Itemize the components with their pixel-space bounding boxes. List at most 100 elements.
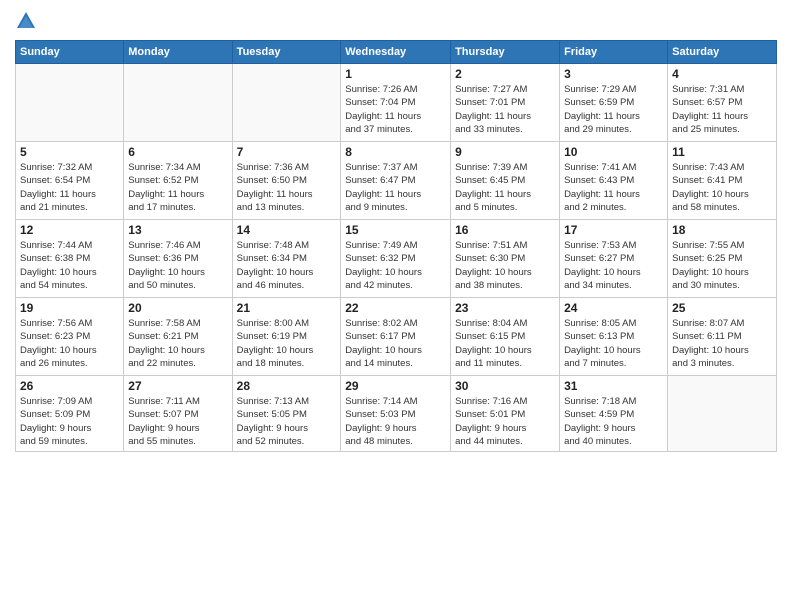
weekday-header-row: SundayMondayTuesdayWednesdayThursdayFrid…	[16, 41, 777, 64]
day-number: 21	[237, 301, 337, 315]
day-info: Sunrise: 7:31 AMSunset: 6:57 PMDaylight:…	[672, 83, 772, 136]
day-info: Sunrise: 8:04 AMSunset: 6:15 PMDaylight:…	[455, 317, 555, 370]
calendar-cell-2-1: 5 Sunrise: 7:32 AMSunset: 6:54 PMDaylight…	[16, 142, 124, 220]
calendar-cell-3-3: 14Sunrise: 7:48 AMSunset: 6:34 PMDayligh…	[232, 220, 341, 298]
day-number: 13	[128, 223, 227, 237]
calendar-cell-3-5: 16Sunrise: 7:51 AMSunset: 6:30 PMDayligh…	[451, 220, 560, 298]
calendar: SundayMondayTuesdayWednesdayThursdayFrid…	[15, 40, 777, 452]
page: SundayMondayTuesdayWednesdayThursdayFrid…	[0, 0, 792, 612]
day-info: Sunrise: 7:58 AMSunset: 6:21 PMDaylight:…	[128, 317, 227, 370]
day-info: Sunrise: 7:13 AMSunset: 5:05 PMDaylight:…	[237, 395, 337, 448]
day-info: Sunrise: 7:53 AMSunset: 6:27 PMDaylight:…	[564, 239, 663, 292]
day-number: 11	[672, 145, 772, 159]
day-info: Sunrise: 8:00 AMSunset: 6:19 PMDaylight:…	[237, 317, 337, 370]
week-row-4: 19 Sunrise: 7:56 AMSunset: 6:23 PMDayligh…	[16, 298, 777, 376]
header	[15, 10, 777, 32]
day-info: Sunrise: 7:41 AMSunset: 6:43 PMDaylight:…	[564, 161, 663, 214]
calendar-cell-5-2: 27 Sunrise: 7:11 AMSunset: 5:07 PMDayligh…	[124, 376, 232, 452]
day-info: Sunrise: 7:27 AMSunset: 7:01 PMDaylight:…	[455, 83, 555, 136]
logo	[15, 10, 41, 32]
calendar-cell-2-7: 11 Sunrise: 7:43 AMSunset: 6:41 PMDayligh…	[668, 142, 777, 220]
day-info: Sunrise: 7:44 AMSunset: 6:38 PMDaylight:…	[20, 239, 119, 292]
day-number: 5	[20, 145, 119, 159]
calendar-cell-2-6: 10 Sunrise: 7:41 AMSunset: 6:43 PMDayligh…	[560, 142, 668, 220]
day-number: 18	[672, 223, 772, 237]
day-info: Sunrise: 7:56 AMSunset: 6:23 PMDaylight:…	[20, 317, 119, 370]
day-number: 4	[672, 67, 772, 81]
day-number: 15	[345, 223, 446, 237]
calendar-cell-5-3: 28 Sunrise: 7:13 AMSunset: 5:05 PMDayligh…	[232, 376, 341, 452]
day-number: 20	[128, 301, 227, 315]
day-number: 25	[672, 301, 772, 315]
day-number: 31	[564, 379, 663, 393]
day-info: Sunrise: 7:11 AMSunset: 5:07 PMDaylight:…	[128, 395, 227, 448]
day-number: 23	[455, 301, 555, 315]
calendar-cell-2-3: 7Sunrise: 7:36 AMSunset: 6:50 PMDaylight…	[232, 142, 341, 220]
day-number: 27	[128, 379, 227, 393]
day-number: 6	[128, 145, 227, 159]
calendar-cell-1-5: 2 Sunrise: 7:27 AMSunset: 7:01 PMDaylight…	[451, 64, 560, 142]
day-info: Sunrise: 7:49 AMSunset: 6:32 PMDaylight:…	[345, 239, 446, 292]
day-info: Sunrise: 7:43 AMSunset: 6:41 PMDaylight:…	[672, 161, 772, 214]
week-row-3: 12 Sunrise: 7:44 AMSunset: 6:38 PMDayligh…	[16, 220, 777, 298]
calendar-cell-3-7: 18 Sunrise: 7:55 AMSunset: 6:25 PMDayligh…	[668, 220, 777, 298]
day-info: Sunrise: 7:32 AMSunset: 6:54 PMDaylight:…	[20, 161, 119, 214]
calendar-cell-4-1: 19 Sunrise: 7:56 AMSunset: 6:23 PMDayligh…	[16, 298, 124, 376]
logo-icon	[15, 10, 37, 32]
day-info: Sunrise: 7:55 AMSunset: 6:25 PMDaylight:…	[672, 239, 772, 292]
day-number: 22	[345, 301, 446, 315]
week-row-2: 5 Sunrise: 7:32 AMSunset: 6:54 PMDaylight…	[16, 142, 777, 220]
calendar-cell-1-4: 1Sunrise: 7:26 AMSunset: 7:04 PMDaylight…	[341, 64, 451, 142]
calendar-cell-5-4: 29 Sunrise: 7:14 AMSunset: 5:03 PMDayligh…	[341, 376, 451, 452]
day-info: Sunrise: 7:16 AMSunset: 5:01 PMDaylight:…	[455, 395, 555, 448]
day-info: Sunrise: 7:37 AMSunset: 6:47 PMDaylight:…	[345, 161, 446, 214]
day-info: Sunrise: 8:07 AMSunset: 6:11 PMDaylight:…	[672, 317, 772, 370]
calendar-cell-5-5: 30 Sunrise: 7:16 AMSunset: 5:01 PMDayligh…	[451, 376, 560, 452]
day-info: Sunrise: 7:29 AMSunset: 6:59 PMDaylight:…	[564, 83, 663, 136]
day-number: 12	[20, 223, 119, 237]
calendar-cell-1-2	[124, 64, 232, 142]
day-info: Sunrise: 8:02 AMSunset: 6:17 PMDaylight:…	[345, 317, 446, 370]
weekday-header-thursday: Thursday	[451, 41, 560, 64]
calendar-cell-5-1: 26 Sunrise: 7:09 AMSunset: 5:09 PMDayligh…	[16, 376, 124, 452]
weekday-header-sunday: Sunday	[16, 41, 124, 64]
weekday-header-tuesday: Tuesday	[232, 41, 341, 64]
day-number: 30	[455, 379, 555, 393]
calendar-cell-3-1: 12 Sunrise: 7:44 AMSunset: 6:38 PMDayligh…	[16, 220, 124, 298]
calendar-cell-4-2: 20 Sunrise: 7:58 AMSunset: 6:21 PMDayligh…	[124, 298, 232, 376]
calendar-cell-4-6: 24 Sunrise: 8:05 AMSunset: 6:13 PMDayligh…	[560, 298, 668, 376]
calendar-cell-1-3	[232, 64, 341, 142]
day-number: 17	[564, 223, 663, 237]
weekday-header-saturday: Saturday	[668, 41, 777, 64]
day-info: Sunrise: 7:09 AMSunset: 5:09 PMDaylight:…	[20, 395, 119, 448]
calendar-cell-3-6: 17 Sunrise: 7:53 AMSunset: 6:27 PMDayligh…	[560, 220, 668, 298]
calendar-cell-5-6: 31 Sunrise: 7:18 AMSunset: 4:59 PMDayligh…	[560, 376, 668, 452]
day-info: Sunrise: 7:34 AMSunset: 6:52 PMDaylight:…	[128, 161, 227, 214]
day-number: 3	[564, 67, 663, 81]
day-info: Sunrise: 7:18 AMSunset: 4:59 PMDaylight:…	[564, 395, 663, 448]
day-number: 10	[564, 145, 663, 159]
weekday-header-monday: Monday	[124, 41, 232, 64]
weekday-header-friday: Friday	[560, 41, 668, 64]
day-info: Sunrise: 7:46 AMSunset: 6:36 PMDaylight:…	[128, 239, 227, 292]
calendar-cell-3-2: 13 Sunrise: 7:46 AMSunset: 6:36 PMDayligh…	[124, 220, 232, 298]
day-info: Sunrise: 7:14 AMSunset: 5:03 PMDaylight:…	[345, 395, 446, 448]
day-info: Sunrise: 8:05 AMSunset: 6:13 PMDaylight:…	[564, 317, 663, 370]
day-number: 26	[20, 379, 119, 393]
calendar-cell-2-4: 8Sunrise: 7:37 AMSunset: 6:47 PMDaylight…	[341, 142, 451, 220]
day-number: 19	[20, 301, 119, 315]
day-number: 29	[345, 379, 446, 393]
day-number: 24	[564, 301, 663, 315]
week-row-1: 1Sunrise: 7:26 AMSunset: 7:04 PMDaylight…	[16, 64, 777, 142]
day-number: 2	[455, 67, 555, 81]
calendar-cell-4-7: 25 Sunrise: 8:07 AMSunset: 6:11 PMDayligh…	[668, 298, 777, 376]
calendar-cell-1-7: 4 Sunrise: 7:31 AMSunset: 6:57 PMDaylight…	[668, 64, 777, 142]
day-info: Sunrise: 7:39 AMSunset: 6:45 PMDaylight:…	[455, 161, 555, 214]
calendar-cell-5-7	[668, 376, 777, 452]
day-info: Sunrise: 7:51 AMSunset: 6:30 PMDaylight:…	[455, 239, 555, 292]
day-number: 9	[455, 145, 555, 159]
calendar-cell-3-4: 15 Sunrise: 7:49 AMSunset: 6:32 PMDayligh…	[341, 220, 451, 298]
calendar-cell-2-5: 9 Sunrise: 7:39 AMSunset: 6:45 PMDaylight…	[451, 142, 560, 220]
calendar-cell-4-4: 22 Sunrise: 8:02 AMSunset: 6:17 PMDayligh…	[341, 298, 451, 376]
day-number: 28	[237, 379, 337, 393]
